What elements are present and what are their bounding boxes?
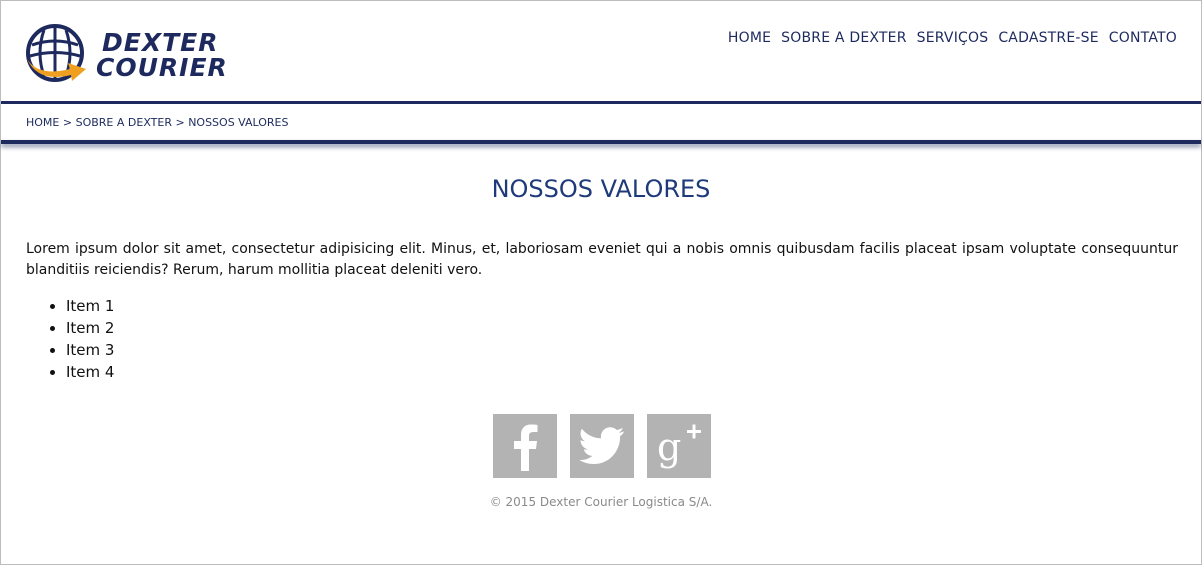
footer-copyright: © 2015 Dexter Courier Logistica S/A. <box>489 495 713 509</box>
list-item: Item 2 <box>66 317 114 339</box>
main-nav: HOME SOBRE A DEXTER SERVIÇOS CADASTRE-SE… <box>728 30 1177 46</box>
breadcrumb-sobre[interactable]: SOBRE A DEXTER <box>76 116 172 129</box>
nav-item-sobre[interactable]: SOBRE A DEXTER <box>781 30 906 46</box>
page-title: NOSSOS VALORES <box>491 175 711 203</box>
header-divider <box>1 101 1201 104</box>
intro-paragraph: Lorem ipsum dolor sit amet, consectetur … <box>26 241 1178 278</box>
logo-line-2: COURIER <box>96 53 228 82</box>
globe-logo-icon <box>26 24 86 82</box>
twitter-icon <box>579 427 625 465</box>
site-header: DEXTER COURIER HOME SOBRE A DEXTER SERVI… <box>1 1 1201 101</box>
list-item: Item 3 <box>66 339 114 361</box>
nav-item-home[interactable]: HOME <box>728 30 771 46</box>
breadcrumb-home[interactable]: HOME <box>26 116 59 129</box>
list-item: Item 4 <box>66 361 114 383</box>
values-list: Item 1 Item 2 Item 3 Item 4 <box>26 295 114 383</box>
nav-item-contato[interactable]: CONTATO <box>1109 30 1177 46</box>
logo[interactable]: DEXTER COURIER <box>24 23 279 87</box>
breadcrumb-separator: > <box>175 116 189 129</box>
google-plus-icon: g <box>657 424 701 469</box>
logo-wordmark: DEXTER COURIER <box>96 30 296 80</box>
svg-text:g: g <box>657 425 681 469</box>
breadcrumb: HOME > SOBRE A DEXTER > NOSSOS VALORES <box>26 116 289 129</box>
facebook-icon <box>514 424 538 471</box>
twitter-link[interactable] <box>570 414 634 478</box>
nav-item-servicos[interactable]: SERVIÇOS <box>917 30 989 46</box>
social-links: g <box>493 414 711 478</box>
page-frame: DEXTER COURIER HOME SOBRE A DEXTER SERVI… <box>0 0 1202 565</box>
breadcrumb-divider <box>1 140 1201 144</box>
nav-item-cadastre[interactable]: CADASTRE-SE <box>998 30 1098 46</box>
breadcrumb-current: NOSSOS VALORES <box>188 116 289 129</box>
logo-line-1: DEXTER <box>102 28 219 57</box>
google-plus-link[interactable]: g <box>647 414 711 478</box>
facebook-link[interactable] <box>493 414 557 478</box>
list-item: Item 1 <box>66 295 114 317</box>
breadcrumb-separator: > <box>62 116 76 129</box>
